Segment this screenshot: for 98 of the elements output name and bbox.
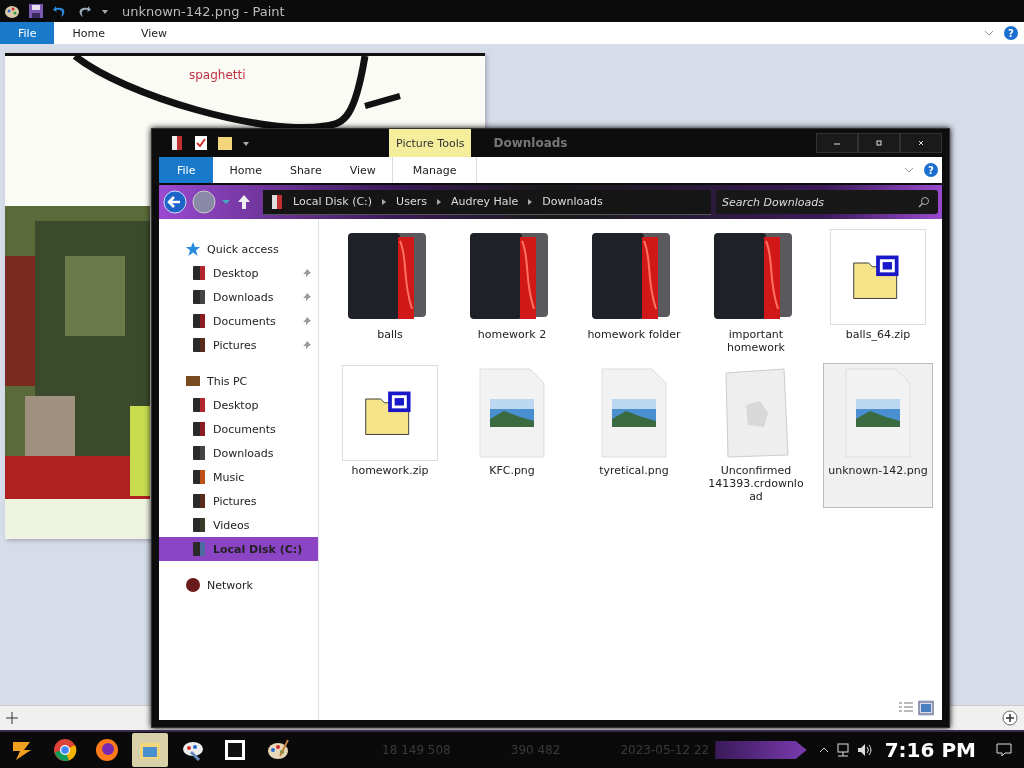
help-button[interactable]: ? [1004,26,1018,40]
nav-item[interactable]: Pictures [159,489,318,513]
recent-caret-icon[interactable] [221,197,231,207]
file-name: homework folder [586,328,682,341]
nav-icon [191,313,207,329]
ribbon-tab[interactable]: View [335,157,390,183]
location-icon [269,193,285,210]
file-name: tyretical.png [598,464,670,477]
expand-ribbon-icon[interactable] [904,165,914,175]
ribbon-tab[interactable]: View [122,22,185,44]
file-name: important homework [726,328,786,354]
clock[interactable]: 7:16 PM [884,738,976,762]
close-icon [916,138,926,148]
pin-icon[interactable] [302,268,312,278]
breadcrumb-item[interactable]: Downloads [542,195,603,208]
taskbar-app[interactable] [131,733,169,767]
file-item[interactable]: KFC.png [457,363,567,508]
folder-icon[interactable] [217,135,233,151]
breadcrumb-item[interactable]: Local Disk (C:) [293,195,373,208]
nav-icon [191,517,207,533]
nav-item[interactable]: Music [159,465,318,489]
nav-icon [191,289,207,305]
file-name: homework.zip [350,464,430,477]
nav-item[interactable]: Desktop [159,393,318,417]
address-bar[interactable]: Local Disk (C:) Users Audrey Hale Downloads [263,189,711,215]
file-item[interactable]: unknown-142.png [823,363,933,508]
nav-item[interactable]: Network [159,573,318,597]
nav-icon [185,241,201,257]
notifications-icon[interactable] [995,742,1012,758]
pin-icon[interactable] [302,292,312,302]
window-title: Downloads [493,136,568,150]
contextual-tab-group: Picture Tools [389,129,472,157]
nav-item[interactable]: This PC [159,369,318,393]
nav-icon [191,421,207,437]
pin-icon[interactable] [302,316,312,326]
nav-item[interactable]: Downloads [159,285,318,309]
volume-icon[interactable] [856,742,873,758]
nav-icon [185,577,201,593]
breadcrumb-item[interactable]: Audrey Hale [450,195,519,208]
file-item[interactable]: balls [335,227,445,359]
window-title: unknown-142.png - Paint [122,3,285,19]
large-icons-view-icon[interactable] [918,700,934,716]
nav-item[interactable]: Downloads [159,441,318,465]
zoom-in-icon[interactable] [1002,710,1018,726]
ribbon-tab[interactable]: Manage [391,157,478,183]
file-name: KFC.png [488,464,536,477]
ribbon-tab[interactable]: Home [54,22,123,44]
nav-item[interactable]: Documents [159,417,318,441]
file-name: homework 2 [476,328,548,341]
save-icon[interactable] [28,3,44,19]
nav-icon [191,397,207,413]
file-item[interactable]: Unconfirmed 141393.crdownload [701,363,811,508]
ribbon-tab[interactable]: File [159,157,214,183]
file-item[interactable]: homework folder [579,227,689,359]
nav-icon [191,265,207,281]
nav-item[interactable]: Videos [159,513,318,537]
search-icon[interactable] [918,196,930,208]
up-arrow-icon[interactable] [236,194,252,210]
file-item[interactable]: important homework [701,227,811,359]
back-button[interactable] [163,190,187,214]
chrome-icon [52,738,77,762]
breadcrumb-item[interactable]: Users [396,195,427,208]
archiver-icon [223,738,248,762]
help-button[interactable]: ? [924,163,938,177]
properties-icon[interactable] [169,135,185,151]
ribbon-tab[interactable]: Share [275,157,336,183]
ribbon-tab[interactable]: Home [215,157,276,183]
nav-item[interactable]: Pictures [159,333,318,357]
network-icon[interactable] [834,742,851,758]
nav-icon [191,445,207,461]
nav-icon [191,493,207,509]
nav-item[interactable]: Quick access [159,237,318,261]
firefox-icon [95,738,120,762]
nav-icon [191,469,207,485]
file-item[interactable]: tyretical.png [579,363,689,508]
file-name: Unconfirmed 141393.crdownload [707,464,805,503]
file-name: balls [376,328,404,341]
tray-caret-icon[interactable] [818,745,829,755]
maximize-button[interactable] [858,133,900,153]
nav-icon [185,373,201,389]
nav-item[interactable]: Desktop [159,261,318,285]
file-name: balls_64.zip [844,328,912,341]
ribbon-tab[interactable]: File [0,22,55,44]
checklist-icon[interactable] [193,135,209,151]
palette-icon [265,738,290,762]
file-name: unknown-142.png [828,464,928,477]
pin-icon[interactable] [302,340,312,350]
nav-icon [191,541,207,557]
collapse-ribbon-icon[interactable] [984,28,994,38]
move-icon [6,712,18,724]
paint-palette-icon [4,3,20,19]
nav-icon [191,337,207,353]
maximize-icon [874,138,884,148]
canvas-text: spaghetti [189,68,246,82]
file-item[interactable]: homework 2 [457,227,567,359]
nav-item[interactable]: Documents [159,309,318,333]
breadcrumb-chevron-icon[interactable] [434,197,443,206]
forward-button[interactable] [192,190,216,214]
